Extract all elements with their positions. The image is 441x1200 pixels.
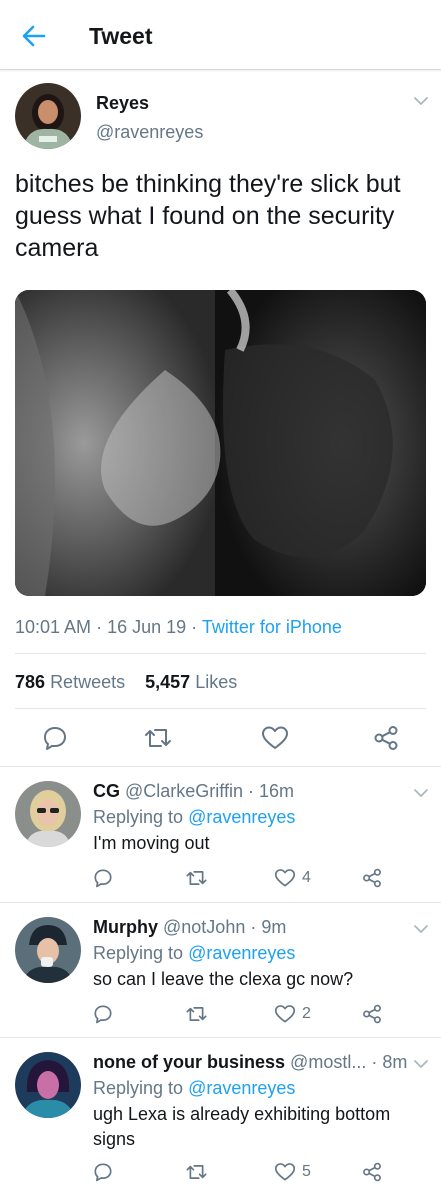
replying-to-link[interactable]: @ravenreyes xyxy=(188,1078,295,1098)
avatar[interactable] xyxy=(15,83,81,149)
replying-to: Replying to @ravenreyes xyxy=(93,1078,296,1098)
reply-time: 8m xyxy=(382,1052,408,1072)
reply-icon xyxy=(44,727,66,750)
reply-item[interactable]: none of your business @mostl... · 8m Rep… xyxy=(0,1038,441,1200)
reply-text: I'm moving out xyxy=(93,833,210,853)
reply-author-name[interactable]: none of your business xyxy=(93,1052,285,1072)
retweet-button[interactable] xyxy=(185,863,208,893)
tweet-text: bitches be thinking they're slick but gu… xyxy=(15,170,401,262)
author-name[interactable]: Reyes xyxy=(96,91,149,115)
likes-label[interactable]: Likes xyxy=(195,672,237,692)
chevron-down-icon[interactable] xyxy=(412,92,430,110)
reply-text: ugh Lexa is already exhibiting bottom si… xyxy=(93,1104,391,1149)
chevron-down-icon[interactable] xyxy=(412,920,430,938)
replying-to-link[interactable]: @ravenreyes xyxy=(188,943,295,963)
share-button[interactable] xyxy=(362,999,382,1029)
replying-to: Replying to @ravenreyes xyxy=(93,943,296,963)
tweet-date: 16 Jun 19 xyxy=(107,617,187,637)
replying-to-link[interactable]: @ravenreyes xyxy=(188,807,295,827)
retweet-button[interactable] xyxy=(185,1157,208,1187)
tweet-action-bar xyxy=(0,718,441,758)
reply-button[interactable] xyxy=(93,863,113,893)
divider xyxy=(15,708,426,709)
share-icon xyxy=(363,1162,381,1182)
share-icon xyxy=(363,868,381,888)
reply-action-bar: 5 xyxy=(0,1157,441,1187)
chevron-down-icon[interactable] xyxy=(412,1055,430,1073)
divider xyxy=(15,653,426,654)
like-count: 4 xyxy=(302,869,311,886)
tweet-meta: 10:01 AM · 16 Jun 19 · Twitter for iPhon… xyxy=(15,617,342,637)
reply-icon xyxy=(94,1005,112,1024)
reply-item[interactable]: CG @ClarkeGriffin · 16m Replying to @rav… xyxy=(0,767,441,901)
reply-author-name[interactable]: Murphy xyxy=(93,917,158,937)
avatar[interactable] xyxy=(15,917,81,983)
likes-count[interactable]: 5,457 xyxy=(145,672,190,692)
reply-action-bar: 4 xyxy=(0,863,441,893)
tweet-photo[interactable] xyxy=(15,290,426,596)
like-button[interactable]: 2 xyxy=(274,999,311,1029)
like-icon xyxy=(274,1005,296,1023)
tweet-time: 10:01 AM xyxy=(15,617,92,637)
reply-icon xyxy=(94,1163,112,1182)
chevron-down-icon[interactable] xyxy=(412,784,430,802)
reply-author-handle[interactable]: @mostl... xyxy=(290,1052,366,1072)
share-icon xyxy=(363,1004,381,1024)
tweet-stats: 786 Retweets 5,457 Likes xyxy=(15,670,237,694)
reply-button[interactable] xyxy=(93,1157,113,1187)
avatar[interactable] xyxy=(15,781,81,847)
reply-button[interactable] xyxy=(35,718,75,758)
like-button[interactable]: 5 xyxy=(274,1157,311,1187)
retweet-icon xyxy=(186,871,207,885)
retweet-icon xyxy=(186,1165,207,1179)
reply-text: so can I leave the clexa gc now? xyxy=(93,969,354,989)
retweet-button[interactable] xyxy=(138,718,178,758)
back-arrow-icon[interactable] xyxy=(18,20,50,52)
retweet-icon xyxy=(186,1007,207,1021)
retweet-icon xyxy=(145,729,171,747)
reply-header: Murphy @notJohn · 9m xyxy=(93,917,287,937)
like-button[interactable]: 4 xyxy=(274,863,311,893)
like-count: 2 xyxy=(302,1005,311,1022)
reply-icon xyxy=(94,869,112,888)
reply-author-handle[interactable]: @notJohn xyxy=(163,917,245,937)
like-count: 5 xyxy=(302,1163,311,1180)
reply-button[interactable] xyxy=(93,999,113,1029)
page-title: Tweet xyxy=(89,23,153,49)
share-button[interactable] xyxy=(362,1157,382,1187)
like-icon xyxy=(274,1163,296,1181)
like-icon xyxy=(262,726,288,749)
reply-time: 16m xyxy=(259,781,295,801)
share-button[interactable] xyxy=(366,718,406,758)
retweets-count[interactable]: 786 xyxy=(15,672,45,692)
tweet-source-link[interactable]: Twitter for iPhone xyxy=(202,617,342,637)
like-button[interactable] xyxy=(255,718,295,758)
replying-to: Replying to @ravenreyes xyxy=(93,807,296,827)
reply-header: none of your business @mostl... · 8m xyxy=(93,1052,408,1072)
share-button[interactable] xyxy=(362,863,382,893)
author-handle[interactable]: @ravenreyes xyxy=(96,120,203,144)
reply-time: 9m xyxy=(261,917,287,937)
avatar[interactable] xyxy=(15,1052,81,1118)
reply-item[interactable]: Murphy @notJohn · 9m Replying to @ravenr… xyxy=(0,903,441,1037)
retweets-label[interactable]: Retweets xyxy=(50,672,125,692)
reply-action-bar: 2 xyxy=(0,999,441,1029)
reply-author-name[interactable]: CG xyxy=(93,781,120,801)
top-app-bar: Tweet xyxy=(0,0,441,70)
reply-header: CG @ClarkeGriffin · 16m xyxy=(93,781,295,801)
retweet-button[interactable] xyxy=(185,999,208,1029)
reply-author-handle[interactable]: @ClarkeGriffin xyxy=(125,781,243,801)
share-icon xyxy=(374,726,398,750)
like-icon xyxy=(274,869,296,887)
